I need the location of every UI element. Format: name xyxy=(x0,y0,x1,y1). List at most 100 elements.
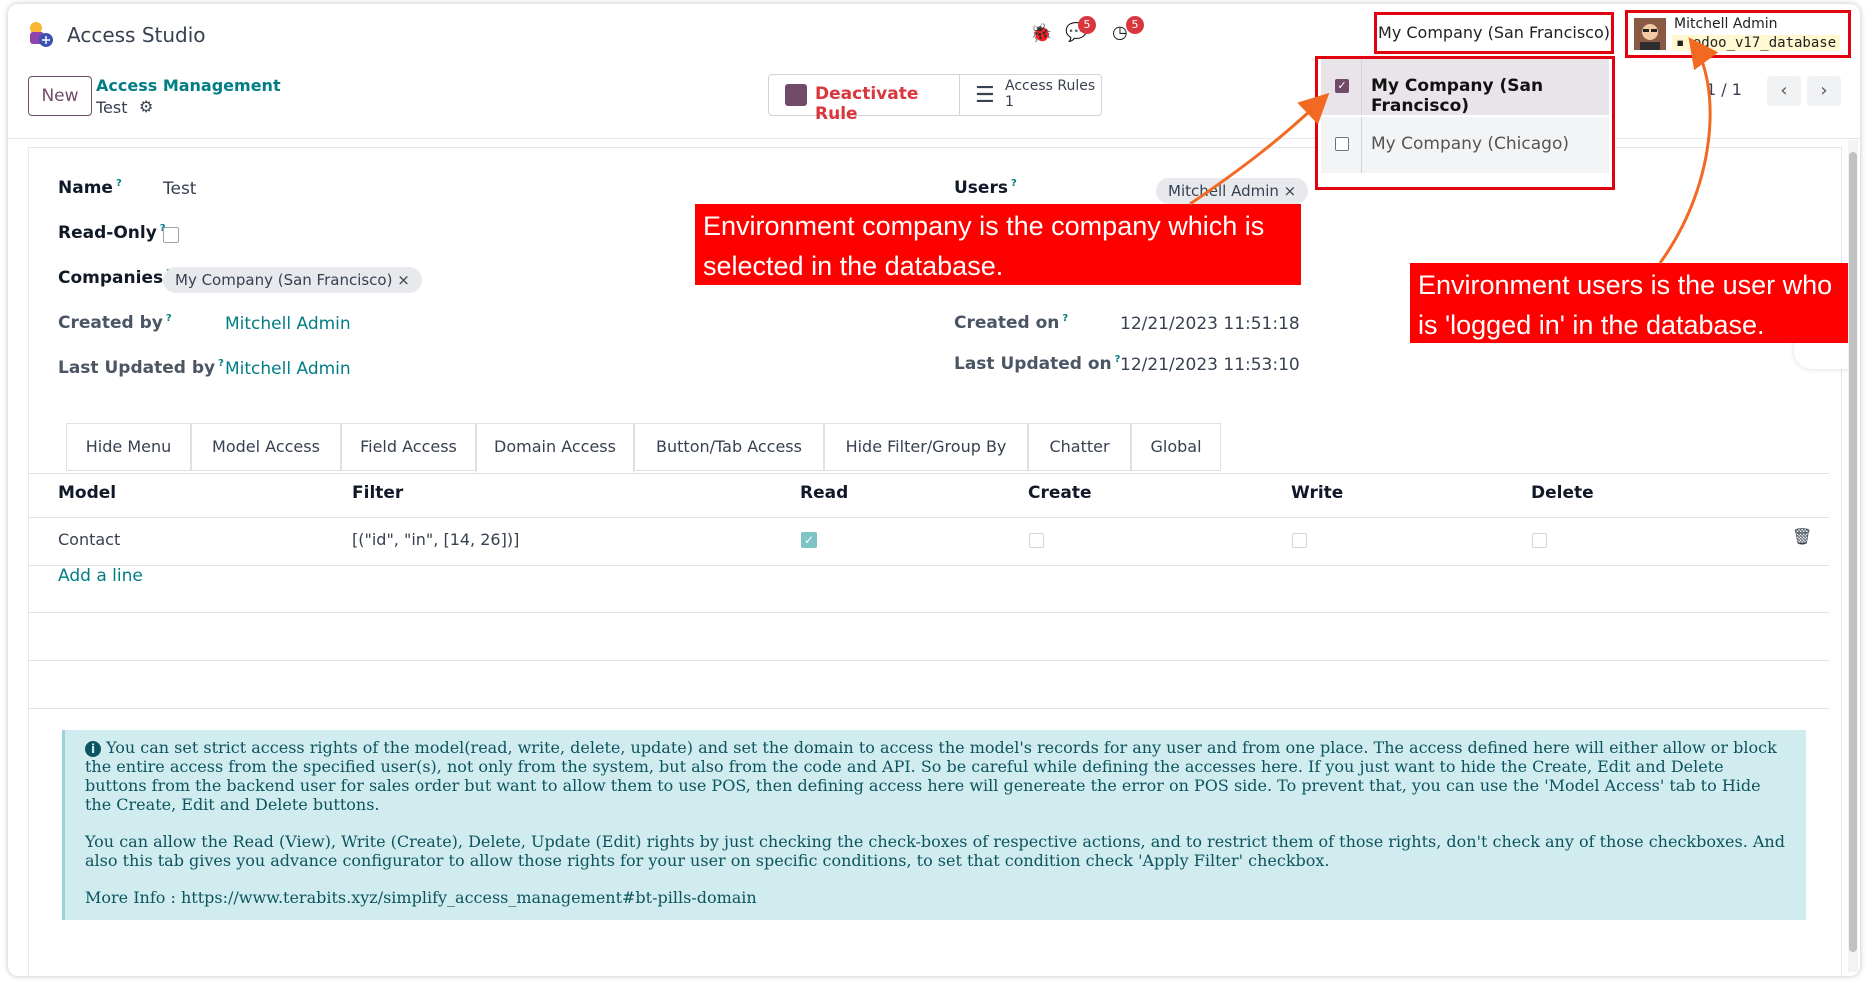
company-option-label: My Company (Chicago) xyxy=(1371,134,1569,154)
tab-field-access[interactable]: Field Access xyxy=(341,423,476,471)
created-on-label-text: Created on xyxy=(954,313,1060,333)
column-header-filter[interactable]: Filter xyxy=(352,483,403,503)
company-checkbox-checked[interactable]: ✓ xyxy=(1335,79,1349,93)
tab-domain-access[interactable]: Domain Access xyxy=(476,423,634,473)
write-checkbox[interactable] xyxy=(1292,533,1307,548)
read-checkbox-checked[interactable]: ✓ xyxy=(801,532,817,548)
readonly-checkbox[interactable] xyxy=(163,227,179,243)
tab-hide-filter-group-by[interactable]: Hide Filter/Group By xyxy=(824,423,1028,471)
info-paragraph: i You can set strict access rights of th… xyxy=(85,738,1786,814)
cell-filter[interactable]: [("id", "in", [14, 26])] xyxy=(352,530,519,549)
user-tag-label: Mitchell Admin xyxy=(1168,182,1279,200)
help-tooltip-icon[interactable]: ? xyxy=(166,313,172,324)
help-tooltip-icon[interactable]: ? xyxy=(116,178,122,189)
user-name: Mitchell Admin xyxy=(1674,16,1778,32)
user-menu[interactable]: Mitchell Admin ▪ odoo_v17_database xyxy=(1625,10,1851,58)
tab-underline xyxy=(29,473,1829,474)
smart-buttons: Deactivate Rule ☰ Access Rules 1 xyxy=(768,74,1102,124)
deactivate-rule-button[interactable]: Deactivate Rule xyxy=(769,75,960,124)
scrollbar-thumb[interactable] xyxy=(1849,152,1857,952)
readonly-label: Read-Only? xyxy=(58,223,166,243)
deactivate-square-icon xyxy=(785,84,807,106)
pager-value[interactable]: 1 / 1 xyxy=(1706,80,1742,99)
more-info-link[interactable]: https://www.terabits.xyz/simplify_access… xyxy=(181,888,757,907)
column-header-delete[interactable]: Delete xyxy=(1531,483,1594,503)
divider xyxy=(1361,59,1362,115)
info-text-2: You can allow the Read (View), Write (Cr… xyxy=(85,832,1785,870)
new-button[interactable]: New xyxy=(28,76,92,116)
avatar-face-icon xyxy=(1634,18,1666,50)
row-divider xyxy=(29,517,1829,518)
row-divider xyxy=(29,612,1829,613)
readonly-label-text: Read-Only xyxy=(58,223,157,243)
help-tooltip-icon[interactable]: ? xyxy=(218,358,224,369)
access-rules-count: 1 xyxy=(1005,94,1014,110)
column-header-write[interactable]: Write xyxy=(1291,483,1343,503)
pager-next-button[interactable]: › xyxy=(1807,76,1841,106)
tag-remove-icon[interactable]: × xyxy=(397,271,410,289)
user-tag[interactable]: Mitchell Admin × xyxy=(1156,178,1309,204)
company-switcher-button[interactable]: My Company (San Francisco) xyxy=(1374,12,1614,54)
column-header-create[interactable]: Create xyxy=(1028,483,1092,503)
access-rules-button[interactable]: ☰ Access Rules 1 xyxy=(959,75,1101,115)
created-by-value[interactable]: Mitchell Admin xyxy=(225,314,351,334)
company-tag[interactable]: My Company (San Francisco) × xyxy=(163,267,422,293)
pager-previous-button[interactable]: ‹ xyxy=(1767,76,1801,106)
bug-icon[interactable]: 🐞 xyxy=(1030,23,1052,44)
companies-label-text: Companies xyxy=(58,268,164,288)
name-label: Name? xyxy=(58,178,122,198)
cell-model[interactable]: Contact xyxy=(58,530,120,549)
user-annotation: Environment users is the user who is 'lo… xyxy=(1410,263,1848,343)
info-text-1: You can set strict access rights of the … xyxy=(85,738,1777,814)
column-header-model[interactable]: Model xyxy=(58,483,116,503)
app-window: Access Studio 🐞 💬 5 ◷ 5 My Company (San … xyxy=(8,4,1860,976)
company-checkbox[interactable] xyxy=(1335,137,1349,151)
last-updated-on-label-text: Last Updated on xyxy=(954,354,1112,374)
list-icon: ☰ xyxy=(975,83,995,108)
tag-remove-icon[interactable]: × xyxy=(1284,182,1297,200)
database-icon: ▪ xyxy=(1676,35,1693,51)
deactivate-rule-label: Deactivate Rule xyxy=(815,84,919,124)
name-value[interactable]: Test xyxy=(163,179,196,199)
access-rules-label: Access Rules 1 xyxy=(1005,78,1095,110)
create-checkbox[interactable] xyxy=(1029,533,1044,548)
breadcrumb-current: Test xyxy=(96,98,128,117)
name-label-text: Name xyxy=(58,178,113,198)
gear-icon[interactable]: ⚙ xyxy=(139,97,153,116)
activity-badge: 5 xyxy=(1126,16,1144,34)
help-tooltip-icon[interactable]: ? xyxy=(1011,178,1017,189)
created-by-label-text: Created by xyxy=(58,313,163,333)
more-info-label: More Info : xyxy=(85,888,181,907)
tab-model-access[interactable]: Model Access xyxy=(191,423,341,471)
breadcrumb-parent-link[interactable]: Access Management xyxy=(96,76,281,95)
add-line-link[interactable]: Add a line xyxy=(58,566,143,586)
users-label: Users? xyxy=(954,178,1017,198)
delete-checkbox[interactable] xyxy=(1532,533,1547,548)
scrollbar[interactable] xyxy=(1848,140,1858,972)
last-updated-on-label: Last Updated on? xyxy=(954,354,1120,374)
company-option[interactable]: ✓ My Company (San Francisco) xyxy=(1321,59,1609,116)
company-option-label: My Company (San Francisco) xyxy=(1371,76,1544,116)
tab-hide-menu[interactable]: Hide Menu xyxy=(66,423,191,471)
users-label-text: Users xyxy=(954,178,1008,198)
divider xyxy=(1361,117,1362,173)
created-by-label: Created by? xyxy=(58,313,172,333)
app-logo-icon[interactable] xyxy=(26,20,54,48)
company-option[interactable]: My Company (Chicago) xyxy=(1321,117,1609,173)
database-label: odoo_v17_database xyxy=(1692,35,1837,51)
tab-button-tab-access[interactable]: Button/Tab Access xyxy=(634,423,824,471)
company-dropdown: ✓ My Company (San Francisco) My Company … xyxy=(1315,56,1615,190)
last-updated-by-label: Last Updated by? xyxy=(58,358,224,378)
trash-icon[interactable]: 🗑 xyxy=(1792,527,1812,546)
info-icon: i xyxy=(85,741,101,757)
column-header-read[interactable]: Read xyxy=(800,483,848,503)
created-on-value: 12/21/2023 11:51:18 xyxy=(1120,314,1300,334)
last-updated-on-value: 12/21/2023 11:53:10 xyxy=(1120,355,1300,375)
app-title[interactable]: Access Studio xyxy=(67,23,206,47)
tab-global[interactable]: Global xyxy=(1131,423,1221,471)
companies-label: Companies? xyxy=(58,268,172,288)
help-tooltip-icon[interactable]: ? xyxy=(1062,313,1068,324)
tab-chatter[interactable]: Chatter xyxy=(1028,423,1131,471)
last-updated-by-value[interactable]: Mitchell Admin xyxy=(225,359,351,379)
row-divider xyxy=(29,708,1829,709)
